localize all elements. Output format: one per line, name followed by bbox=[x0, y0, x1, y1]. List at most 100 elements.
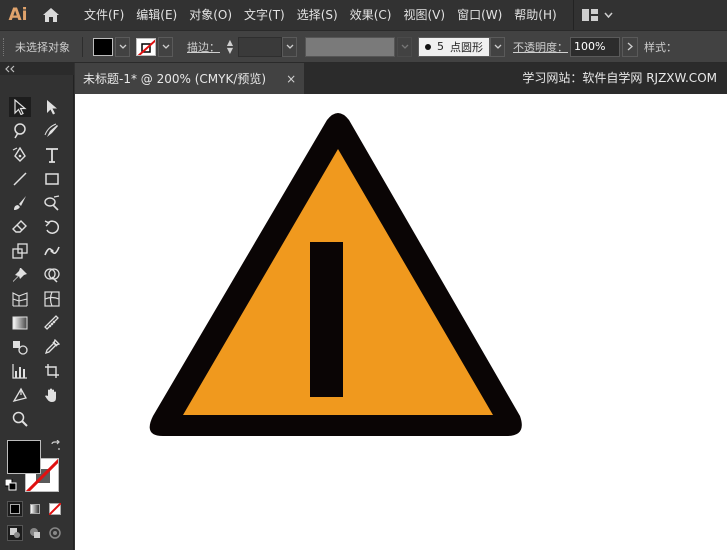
gradient-tool[interactable] bbox=[9, 313, 31, 333]
menu-window[interactable]: 窗口(W) bbox=[451, 0, 508, 30]
opacity-field[interactable]: 100% bbox=[570, 36, 620, 57]
bar-graph-icon bbox=[12, 364, 27, 379]
draw-inside-icon bbox=[49, 527, 61, 539]
shaper-icon bbox=[44, 195, 60, 211]
brush-label: 点圆形 bbox=[450, 40, 483, 54]
perspective-grid-tool[interactable] bbox=[9, 289, 31, 309]
shape-blend-tool[interactable] bbox=[9, 337, 31, 357]
workspace-switcher[interactable] bbox=[572, 0, 613, 30]
paintbrush-icon bbox=[14, 196, 26, 210]
menu-object[interactable]: 对象(O) bbox=[183, 0, 238, 30]
tools-panel bbox=[0, 75, 74, 550]
pen-tool[interactable] bbox=[9, 145, 31, 165]
slice-tool[interactable] bbox=[41, 313, 63, 333]
default-fill-stroke-icon[interactable] bbox=[4, 478, 17, 491]
selection-tool[interactable] bbox=[9, 97, 31, 117]
graph-tool[interactable] bbox=[9, 361, 31, 381]
variable-width-dropdown[interactable] bbox=[397, 36, 412, 57]
mesh-icon bbox=[44, 291, 60, 307]
fill-swatch[interactable] bbox=[93, 37, 113, 56]
slice-knife-icon bbox=[44, 315, 59, 330]
menu-select[interactable]: 选择(S) bbox=[291, 0, 344, 30]
shape-builder-tool[interactable] bbox=[41, 265, 63, 285]
opacity-label[interactable]: 不透明度： bbox=[513, 39, 568, 55]
zoom-tool[interactable] bbox=[9, 409, 31, 429]
menu-edit[interactable]: 编辑(E) bbox=[130, 0, 183, 30]
fill-dropdown[interactable] bbox=[115, 36, 130, 57]
brush-dot-icon bbox=[425, 43, 431, 50]
artboard-canvas[interactable] bbox=[75, 94, 727, 550]
eyedropper-tool[interactable] bbox=[41, 337, 63, 357]
panel-grip[interactable] bbox=[3, 37, 11, 56]
menu-type[interactable]: 文字(T) bbox=[238, 0, 291, 30]
warning-bar[interactable] bbox=[310, 242, 343, 397]
app-logo: Ai bbox=[8, 5, 28, 25]
fill-color-box[interactable] bbox=[7, 440, 41, 474]
tools-panel-header[interactable] bbox=[0, 63, 74, 75]
rotate-view-tool[interactable] bbox=[9, 385, 31, 405]
chevron-right-icon bbox=[627, 42, 633, 51]
menu-file[interactable]: 文件(F) bbox=[78, 0, 130, 30]
opacity-arrow-button[interactable] bbox=[622, 36, 638, 57]
eyedropper-icon bbox=[44, 339, 60, 355]
rectangle-icon bbox=[45, 173, 59, 185]
paintbrush-tool[interactable] bbox=[9, 193, 31, 213]
eraser-icon bbox=[12, 220, 27, 233]
curvature-pen-icon bbox=[44, 123, 58, 137]
stroke-weight-dropdown[interactable] bbox=[282, 36, 297, 57]
document-tab[interactable]: 未标题-1* @ 200% (CMYK/预览) × bbox=[75, 63, 305, 94]
stroke-none-icon bbox=[137, 38, 155, 55]
type-tool[interactable] bbox=[41, 145, 63, 165]
stroke-dropdown[interactable] bbox=[158, 36, 173, 57]
draw-normal-button[interactable] bbox=[7, 525, 23, 541]
stroke-weight-stepper[interactable]: ▲ ▼ bbox=[222, 37, 238, 57]
draw-inside-button[interactable] bbox=[47, 525, 63, 541]
solid-color-icon bbox=[10, 504, 20, 514]
direct-selection-tool[interactable] bbox=[41, 97, 63, 117]
hand-tool[interactable] bbox=[41, 385, 63, 405]
variable-width-profile[interactable] bbox=[305, 36, 395, 57]
chevron-down-icon bbox=[604, 12, 613, 18]
shape-builder-icon bbox=[44, 268, 60, 283]
scale-tool[interactable] bbox=[9, 241, 31, 261]
puppet-warp-tool[interactable] bbox=[9, 265, 31, 285]
stroke-weight-label: 描边： bbox=[187, 40, 220, 54]
brush-dropdown[interactable] bbox=[490, 36, 505, 57]
none-mode-button[interactable] bbox=[47, 501, 63, 517]
control-bar: 未选择对象 描边： ▲ ▼ 5 点圆形 不透明度： 100% 样式： bbox=[0, 30, 727, 63]
scale-icon bbox=[12, 243, 28, 259]
line-tool[interactable] bbox=[9, 169, 31, 189]
rotate-tool[interactable] bbox=[41, 217, 63, 237]
width-tool[interactable] bbox=[41, 241, 63, 261]
brush-definition[interactable]: 5 点圆形 bbox=[418, 36, 490, 57]
magic-wand-icon bbox=[14, 123, 26, 139]
selection-arrow-icon bbox=[14, 99, 27, 115]
artboard-tool[interactable] bbox=[41, 361, 63, 381]
artwork bbox=[149, 113, 522, 436]
document-tab-title: 未标题-1* @ 200% (CMYK/预览) bbox=[83, 72, 267, 86]
draw-behind-button[interactable] bbox=[27, 525, 43, 541]
magic-wand-tool[interactable] bbox=[9, 121, 31, 141]
menu-help[interactable]: 帮助(H) bbox=[508, 0, 562, 30]
home-icon[interactable] bbox=[36, 0, 66, 30]
menu-view[interactable]: 视图(V) bbox=[397, 0, 451, 30]
style-label: 样式： bbox=[644, 40, 677, 54]
shaper-tool[interactable] bbox=[41, 193, 63, 213]
gradient-swatch-icon bbox=[30, 504, 40, 514]
menu-items: 文件(F) 编辑(E) 对象(O) 文字(T) 选择(S) 效果(C) 视图(V… bbox=[78, 0, 563, 30]
line-segment-icon bbox=[13, 172, 27, 186]
direct-selection-arrow-icon bbox=[47, 100, 57, 115]
stroke-weight-field[interactable] bbox=[238, 36, 282, 57]
swap-fill-stroke-icon[interactable] bbox=[50, 439, 62, 452]
width-tool-icon bbox=[44, 246, 60, 256]
gradient-mode-button[interactable] bbox=[27, 501, 43, 517]
stroke-swatch[interactable] bbox=[136, 37, 156, 56]
mesh-tool[interactable] bbox=[41, 289, 63, 309]
draw-behind-icon bbox=[30, 528, 40, 538]
rectangle-tool[interactable] bbox=[41, 169, 63, 189]
close-icon[interactable]: × bbox=[286, 72, 296, 86]
eraser-tool[interactable] bbox=[9, 217, 31, 237]
color-mode-button[interactable] bbox=[7, 501, 23, 517]
menu-effect[interactable]: 效果(C) bbox=[344, 0, 398, 30]
curvature-tool[interactable] bbox=[41, 121, 63, 141]
